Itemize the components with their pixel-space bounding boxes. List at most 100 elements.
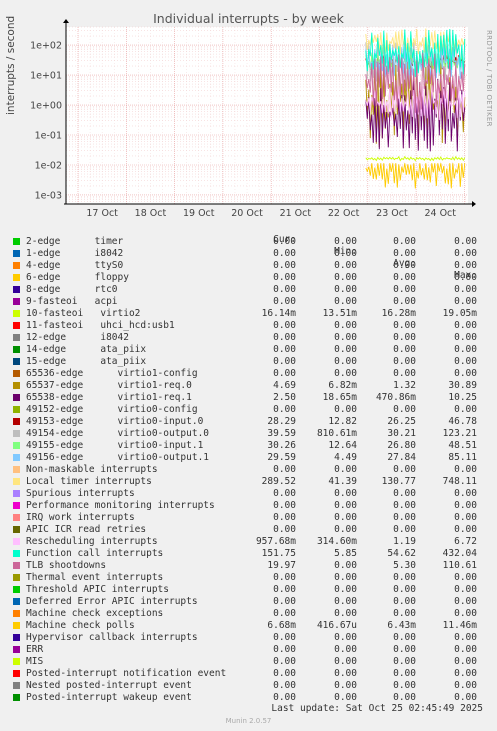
legend-min-value: 0.00 [334, 404, 357, 415]
legend-label: Performance monitoring interrupts [26, 500, 215, 511]
legend-label: Non-maskable interrupts [26, 464, 158, 475]
legend-max-value: 46.78 [448, 416, 477, 427]
x-axis-arrow [472, 201, 476, 207]
legend-max-value: 48.51 [448, 440, 477, 451]
legend-max-value: 0.00 [454, 284, 477, 295]
legend-max-value: 0.00 [454, 584, 477, 595]
legend-min-value: 0.00 [334, 284, 357, 295]
legend-row: 49156-edge virtio0-output.1 29.59 4.49 27.8… [0, 452, 497, 464]
legend-row: 2-edge timer 0.00 0.00 0.00 0.00 [0, 236, 497, 248]
legend-avg-value: 0.00 [393, 368, 416, 379]
legend-swatch [13, 370, 20, 377]
legend-cur-value: 29.59 [267, 452, 296, 463]
legend-max-value: 10.25 [448, 392, 477, 403]
legend-avg-value: 0.00 [393, 284, 416, 295]
legend-cur-value: 0.00 [273, 320, 296, 331]
legend-max-value: 0.00 [454, 320, 477, 331]
legend-cur-value: 6.68m [267, 620, 296, 631]
legend-label: Spurious interrupts [26, 488, 135, 499]
legend-row: Machine check exceptions 0.00 0.00 0.00 0.00 [0, 608, 497, 620]
legend-avg-value: 470.86m [375, 392, 416, 403]
legend-cur-value: 0.00 [273, 284, 296, 295]
legend-swatch [13, 682, 20, 689]
legend-min-value: 314.60m [316, 536, 357, 547]
legend-swatch [13, 526, 20, 533]
legend-swatch [13, 334, 20, 341]
legend-max-value: 0.00 [454, 248, 477, 259]
legend-label: 4-edge ttyS0 [26, 260, 124, 271]
legend-row: 15-edge ata_piix 0.00 0.00 0.00 0.00 [0, 356, 497, 368]
legend-cur-value: 289.52 [261, 476, 296, 487]
legend-avg-value: 0.00 [393, 248, 416, 259]
last-update: Last update: Sat Oct 25 02:45:49 2025 [271, 703, 483, 714]
legend-row: 9-fasteoi acpi 0.00 0.00 0.00 0.00 [0, 296, 497, 308]
legend-avg-value: 0.00 [393, 320, 416, 331]
legend-label: Deferred Error APIC interrupts [26, 596, 198, 607]
legend-max-value: 123.21 [442, 428, 477, 439]
legend-label: 11-fasteoi uhci_hcd:usb1 [26, 320, 175, 331]
legend-min-value: 0.00 [334, 320, 357, 331]
legend-avg-value: 0.00 [393, 356, 416, 367]
legend-cur-value: 0.00 [273, 572, 296, 583]
legend-cur-value: 39.59 [267, 428, 296, 439]
legend-row: APIC ICR read retries 0.00 0.00 0.00 0.00 [0, 524, 497, 536]
legend-row: Posted-interrupt notification event 0.00 0… [0, 668, 497, 680]
legend-min-value: 810.61m [316, 428, 357, 439]
legend-avg-value: 0.00 [393, 260, 416, 271]
legend-min-value: 0.00 [334, 500, 357, 511]
legend-row: 65538-edge virtio1-req.1 2.50 18.65m 470.86… [0, 392, 497, 404]
legend-cur-value: 0.00 [273, 524, 296, 535]
legend-avg-value: 0.00 [393, 236, 416, 247]
legend-swatch [13, 514, 20, 521]
legend-avg-value: 6.43m [387, 620, 416, 631]
legend-avg-value: 0.00 [393, 584, 416, 595]
legend-avg-value: 0.00 [393, 488, 416, 499]
legend-row: 65536-edge virtio1-config 0.00 0.00 0.00 0.0… [0, 368, 497, 380]
legend-swatch [13, 274, 20, 281]
legend-row: 49154-edge virtio0-output.0 39.59 810.61m 3… [0, 428, 497, 440]
legend-min-value: 0.00 [334, 596, 357, 607]
legend-swatch [13, 478, 20, 485]
legend-row: Nested posted-interrupt event 0.00 0.00 0.0… [0, 680, 497, 692]
legend-label: 8-edge rtc0 [26, 284, 118, 295]
legend-row: 49155-edge virtio0-input.1 30.26 12.64 26.8… [0, 440, 497, 452]
legend-max-value: 0.00 [454, 404, 477, 415]
legend-swatch [13, 262, 20, 269]
y-tick-label: 1e+01 [30, 71, 62, 82]
legend-min-value: 0.00 [334, 680, 357, 691]
legend-min-value: 6.82m [328, 380, 357, 391]
legend-label: 49154-edge virtio0-output.0 [26, 428, 210, 439]
legend-label: 65537-edge virtio1-req.0 [26, 380, 192, 391]
legend-cur-value: 0.00 [273, 680, 296, 691]
legend-label: 14-edge ata_piix [26, 344, 147, 355]
legend-swatch [13, 406, 20, 413]
legend-min-value: 0.00 [334, 272, 357, 283]
legend-max-value: 0.00 [454, 644, 477, 655]
munin-version: Munin 2.0.57 [225, 717, 272, 725]
legend-max-value: 0.00 [454, 512, 477, 523]
legend-min-value: 0.00 [334, 644, 357, 655]
legend-row: Deferred Error APIC interrupts 0.00 0.00 0.… [0, 596, 497, 608]
legend-min-value: 0.00 [334, 656, 357, 667]
legend-avg-value: 0.00 [393, 512, 416, 523]
legend-avg-value: 0.00 [393, 272, 416, 283]
legend-row: 4-edge ttyS0 0.00 0.00 0.00 0.00 [0, 260, 497, 272]
legend-max-value: 19.05m [442, 308, 477, 319]
legend-max-value: 110.61 [442, 560, 477, 571]
legend-min-value: 0.00 [334, 344, 357, 355]
legend-cur-value: 0.00 [273, 260, 296, 271]
legend-cur-value: 30.26 [267, 440, 296, 451]
legend-min-value: 0.00 [334, 632, 357, 643]
y-tick-label: 1e-03 [35, 190, 62, 201]
legend-min-value: 0.00 [334, 236, 357, 247]
legend-row: Performance monitoring interrupts 0.00 0.0… [0, 500, 497, 512]
legend-label: Posted-interrupt notification event [26, 668, 227, 679]
legend-label: 9-fasteoi acpi [26, 296, 118, 307]
legend-avg-value: 0.00 [393, 680, 416, 691]
legend-swatch [13, 466, 20, 473]
legend-min-value: 0.00 [334, 512, 357, 523]
legend-max-value: 11.46m [442, 620, 477, 631]
legend-min-value: 4.49 [334, 452, 357, 463]
legend-max-value: 30.89 [448, 380, 477, 391]
legend-max-value: 0.00 [454, 572, 477, 583]
